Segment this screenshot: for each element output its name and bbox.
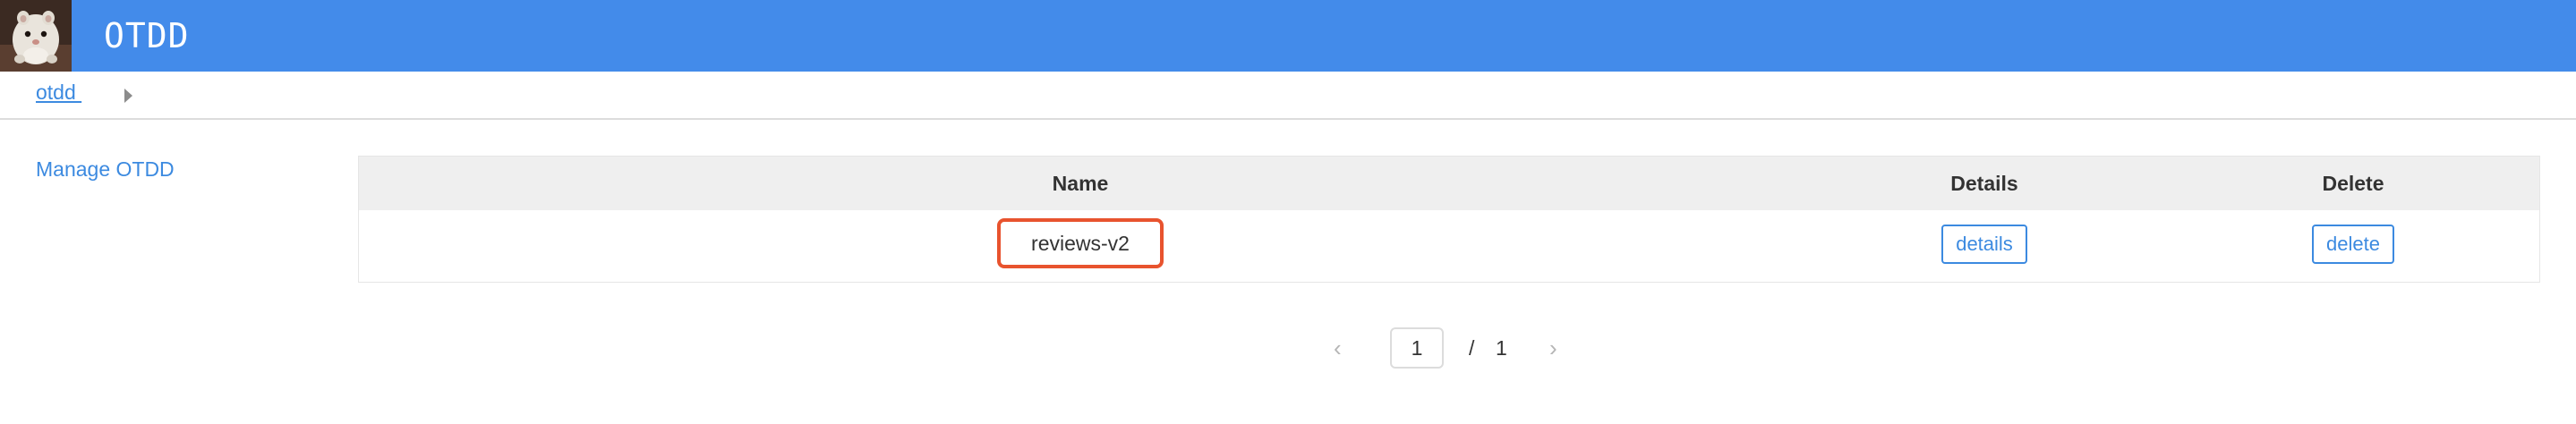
cell-delete: delete [2167,210,2539,282]
delete-button[interactable]: delete [2312,225,2394,264]
column-header-details: Details [1950,172,2018,195]
row-name-highlighted: reviews-v2 [997,218,1164,268]
page-number-input[interactable]: 1 [1390,327,1444,369]
chevron-left-icon[interactable]: ‹ [1334,335,1342,362]
total-pages: 1 [1496,336,1507,360]
caret-right-icon [124,89,132,103]
table-row: reviews-v2 details delete [359,210,2539,282]
app-header: OTDD [0,0,2576,72]
details-button[interactable]: details [1941,225,2027,264]
pagination: ‹ 1 / 1 › [0,327,2576,370]
page-separator: / [1469,336,1475,360]
cell-name: reviews-v2 [359,210,1802,282]
column-header-delete: Delete [2322,172,2384,195]
breadcrumb-item-otdd[interactable]: otdd [36,81,81,105]
table-header: Name Details Delete [359,157,2539,210]
breadcrumb: otdd [0,72,2576,120]
column-header-name: Name [1052,172,1109,195]
data-table: Name Details Delete reviews-v2 details d… [358,156,2540,283]
cell-details: details [1802,210,2167,282]
sidebar-item-manage-otdd[interactable]: Manage OTDD [36,157,175,182]
hamster-avatar-icon[interactable] [0,0,72,72]
app-title: OTDD [104,16,190,55]
chevron-right-icon[interactable]: › [1549,335,1557,362]
